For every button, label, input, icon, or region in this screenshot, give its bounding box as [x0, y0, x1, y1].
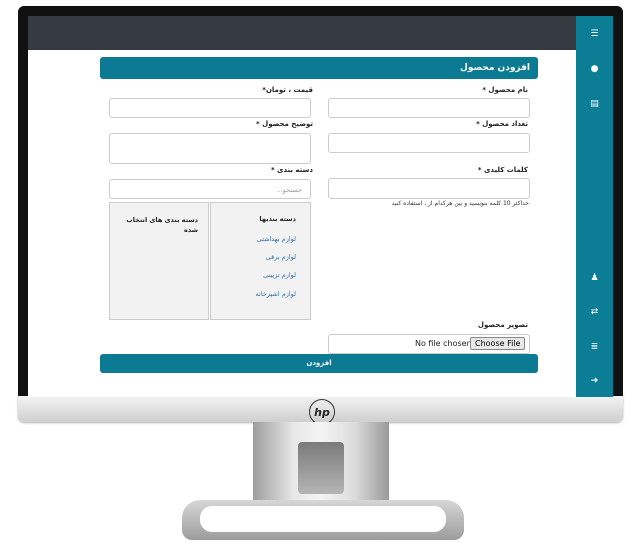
product-icon[interactable]: ▤	[576, 98, 613, 110]
keywords-label: کلمات کلیدی *	[477, 166, 528, 174]
transfer-icon[interactable]: ⇄	[576, 306, 613, 318]
file-status: No file chosen	[415, 339, 472, 348]
product-name-input[interactable]	[328, 98, 530, 118]
logout-icon[interactable]: ➜	[576, 375, 613, 387]
price-input[interactable]	[109, 98, 311, 118]
category-item[interactable]: لوازم تزیینی	[263, 271, 296, 279]
screen: ☰ ● ▤ ♟ ⇄ ≣ ➜ افزودن محصول نام محصول * ت…	[28, 16, 613, 397]
quantity-label: تعداد محصول *	[476, 120, 528, 128]
category-label: دسته بندی *	[270, 166, 313, 174]
selected-categories-header: دسته بندی های انتخاب شده	[126, 216, 198, 234]
quantity-input[interactable]	[328, 133, 530, 153]
menu-icon[interactable]: ☰	[576, 28, 613, 40]
price-label: قیمت ، تومان*	[262, 86, 313, 94]
list-icon[interactable]: ≣	[576, 341, 613, 353]
keywords-hint: حداکثر 10 کلمه بنویسید و بین هرکدام از ،…	[391, 200, 529, 207]
category-item[interactable]: لوازم بهداشتی	[257, 235, 296, 243]
monitor-stand-slot	[298, 442, 344, 494]
category-search-placeholder: جستجو...	[276, 186, 302, 194]
page-title: افزودن محصول	[100, 57, 538, 79]
category-item[interactable]: لوازم اشپزخانه	[256, 290, 296, 298]
top-navbar	[28, 16, 576, 50]
category-search-input[interactable]: جستجو...	[109, 179, 311, 199]
categories-list[interactable]: دسته بندیها لوازم بهداشتی لوازم برقی لوا…	[210, 202, 311, 320]
image-label: تصویر محصول	[477, 321, 528, 329]
sidebar: ☰ ● ▤ ♟ ⇄ ≣ ➜	[576, 16, 613, 397]
choose-file-button[interactable]: Choose File	[470, 337, 526, 350]
description-label: توضیح محصول *	[256, 120, 313, 128]
submit-button[interactable]: افزودن	[100, 354, 538, 373]
dashboard-icon[interactable]: ●	[576, 63, 613, 75]
keywords-input[interactable]	[328, 178, 530, 199]
product-name-label: نام محصول *	[482, 86, 528, 94]
description-textarea[interactable]	[109, 133, 311, 164]
monitor-stand-base-opening	[200, 506, 446, 532]
categories-header: دسته بندیها	[259, 215, 296, 223]
file-input[interactable]: No file chosen Choose File	[328, 334, 530, 354]
selected-categories-list[interactable]: دسته بندی های انتخاب شده	[109, 202, 209, 320]
category-item[interactable]: لوازم برقی	[266, 253, 296, 261]
user-icon[interactable]: ♟	[576, 272, 613, 284]
